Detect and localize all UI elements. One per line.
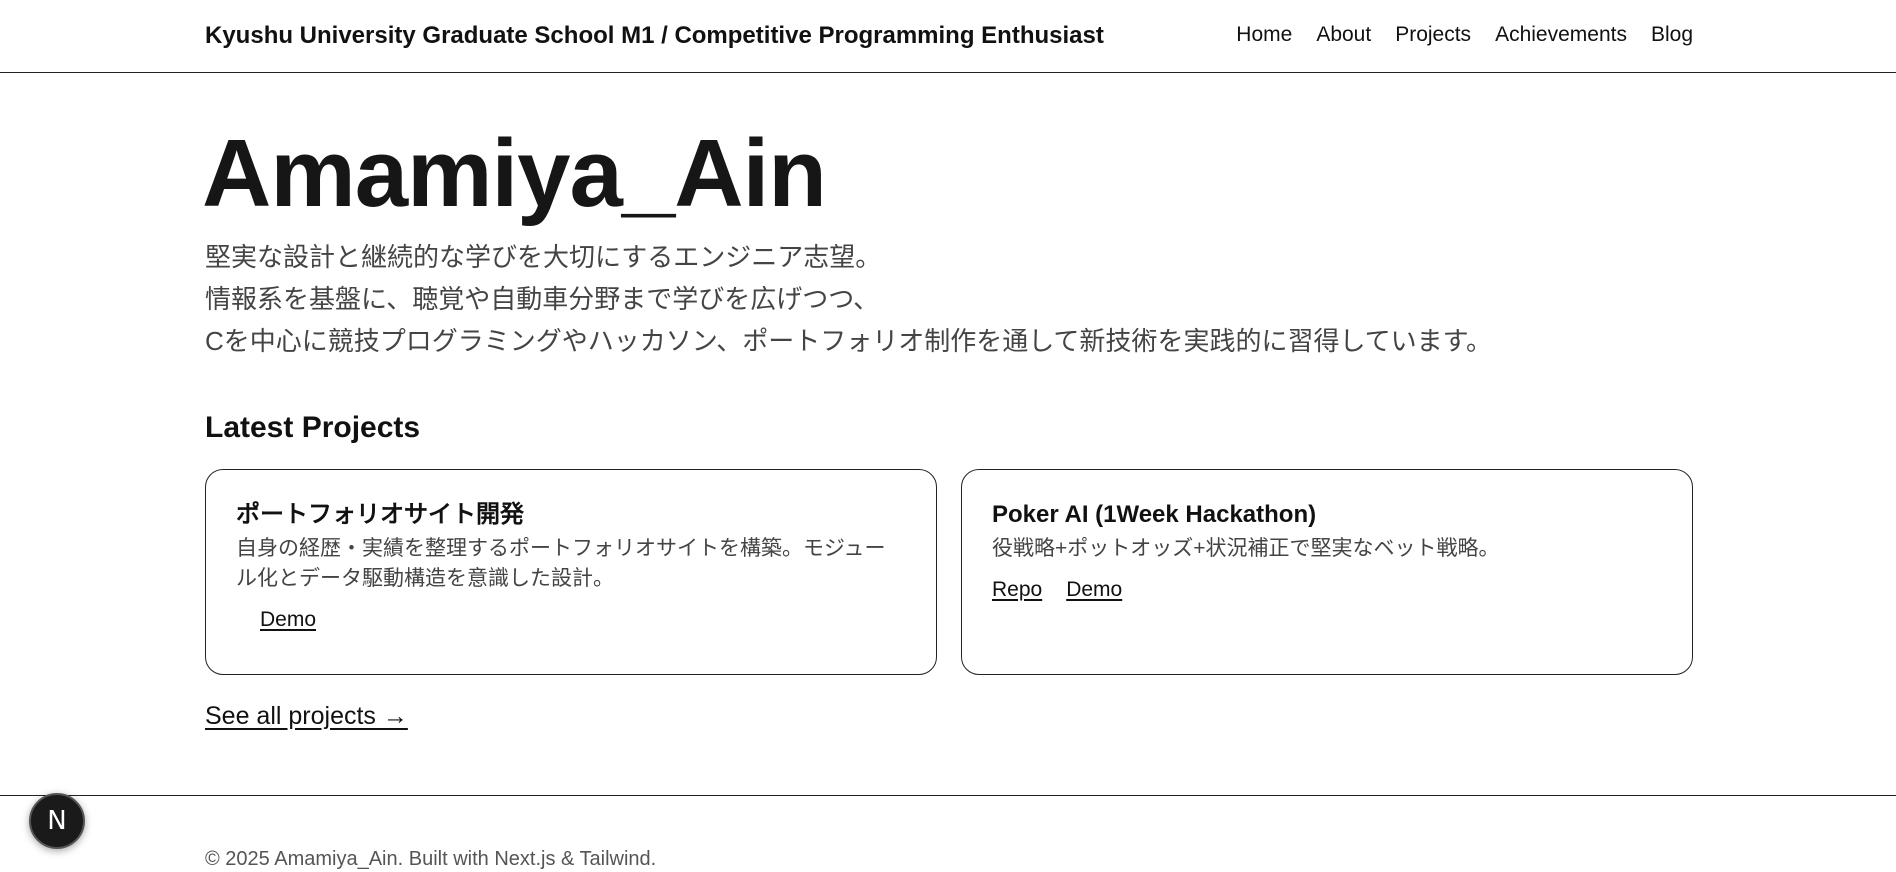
nav-projects[interactable]: Projects	[1395, 23, 1471, 47]
nav-achievements[interactable]: Achievements	[1495, 23, 1627, 47]
project-demo-link[interactable]: Demo	[1066, 578, 1122, 602]
main-nav: Home About Projects Achievements Blog	[1236, 23, 1693, 47]
project-card-description: 役戦略+ポットオッズ+状況補正で堅実なベット戦略。	[992, 537, 1500, 560]
latest-projects-heading: Latest Projects	[205, 411, 421, 444]
project-card-title: Poker AI (1Week Hackathon)	[992, 501, 1317, 528]
project-card-description: 自身の経歴・実績を整理するポートフォリオサイトを構築。モジュール化とデータ駆動構…	[236, 537, 886, 590]
site-header: Kyushu University Graduate School M1 / C…	[0, 0, 1896, 73]
footer-copyright: © 2025 Amamiya_Ain. Built with Next.js &…	[205, 848, 657, 870]
project-card-links: Repo Demo	[992, 578, 1662, 602]
footer-divider	[0, 795, 1896, 796]
project-repo-link[interactable]: Repo	[992, 578, 1042, 602]
project-card-title: ポートフォリオサイト開発	[236, 501, 524, 528]
nextjs-icon[interactable]: N	[29, 793, 85, 849]
hero-name: Amamiya_Ain	[202, 120, 827, 227]
hero-description-line: Cを中心に競技プログラミングやハッカソン、ポートフォリオ制作を通して新技術を実践…	[205, 326, 1493, 356]
project-card: ポートフォリオサイト開発 自身の経歴・実績を整理するポートフォリオサイトを構築。…	[205, 469, 937, 675]
site-title[interactable]: Kyushu University Graduate School M1 / C…	[205, 22, 1104, 50]
nav-blog[interactable]: Blog	[1651, 23, 1693, 47]
project-demo-link[interactable]: Demo	[260, 608, 316, 632]
project-card-links: Demo	[236, 608, 906, 632]
hero-description-line: 情報系を基盤に、聴覚や自動車分野まで学びを広げつつ、	[205, 284, 880, 314]
see-all-projects-link[interactable]: See all projects →	[205, 702, 408, 731]
nav-about[interactable]: About	[1316, 23, 1371, 47]
hero-description: 堅実な設計と継続的な学びを大切にするエンジニア志望。 情報系を基盤に、聴覚や自動…	[205, 236, 1705, 362]
hero-description-line: 堅実な設計と継続的な学びを大切にするエンジニア志望。	[205, 242, 882, 272]
nav-home[interactable]: Home	[1236, 23, 1292, 47]
project-card: Poker AI (1Week Hackathon) 役戦略+ポットオッズ+状況…	[961, 469, 1693, 675]
